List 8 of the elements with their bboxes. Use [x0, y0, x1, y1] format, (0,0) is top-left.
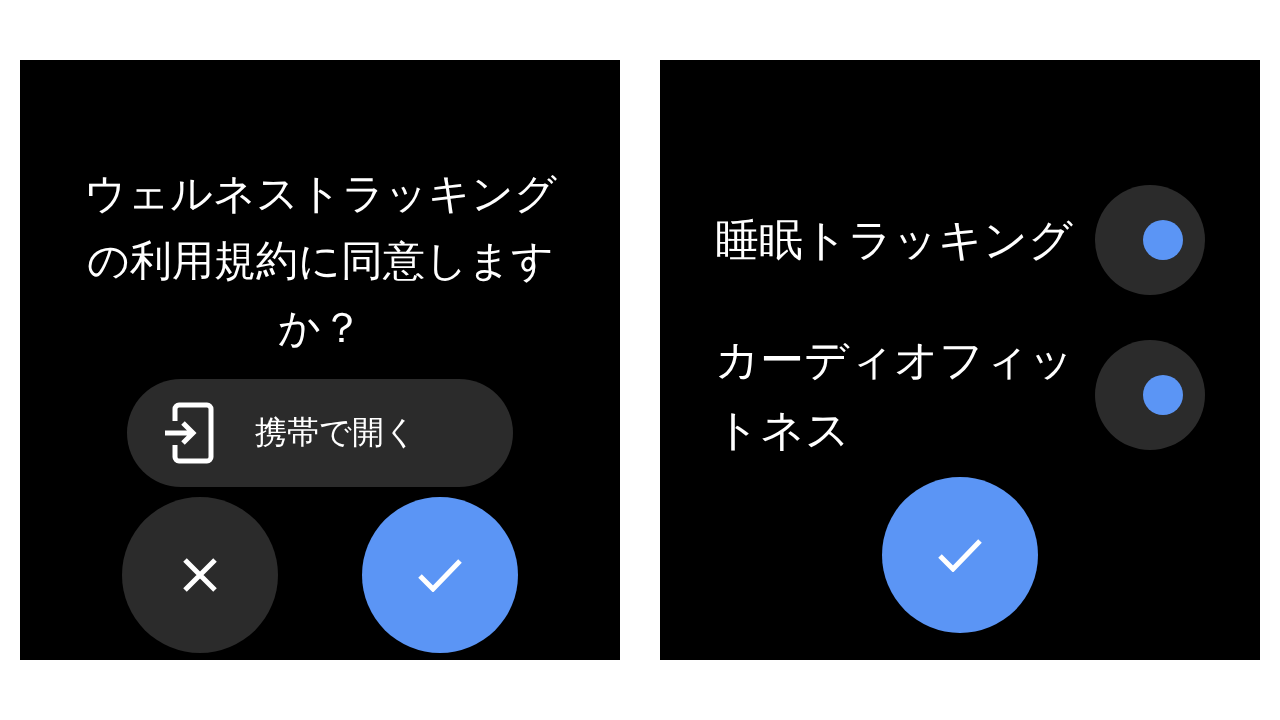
- open-on-phone-icon: [163, 401, 215, 465]
- check-icon: [937, 538, 983, 572]
- consent-title: ウェルネストラッキングの利用規約に同意しますか？: [82, 168, 558, 354]
- toggle-label: 睡眠トラッキング: [715, 213, 1074, 267]
- check-icon: [417, 558, 463, 592]
- toggle-label: カーディオフィットネス: [715, 333, 1075, 457]
- close-icon: [182, 557, 218, 593]
- open-on-phone-button[interactable]: 携帯で開く: [127, 379, 513, 487]
